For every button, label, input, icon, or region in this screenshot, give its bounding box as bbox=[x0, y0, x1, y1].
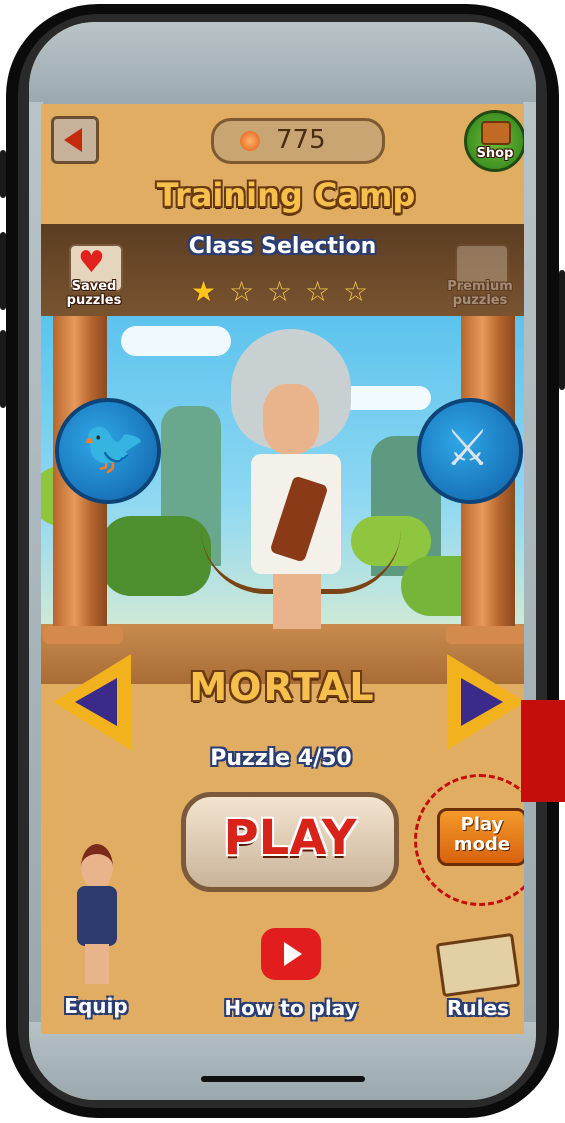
rules-book-icon bbox=[435, 932, 521, 998]
avatar bbox=[73, 844, 119, 984]
hero-character bbox=[201, 329, 401, 629]
left-triangle-inner bbox=[75, 678, 117, 726]
hero-face bbox=[263, 384, 319, 454]
next-class-portrait[interactable]: ⚔ bbox=[417, 398, 523, 504]
play-mode-label-line2: mode bbox=[453, 834, 511, 855]
youtube-play-icon bbox=[261, 928, 321, 980]
previous-class-portrait[interactable]: 🐦 bbox=[55, 398, 161, 504]
phone-screen: Class Selection ★ ☆ ☆ ☆ ☆ ♥ Saved puzzle… bbox=[29, 22, 536, 1100]
how-to-play-label: How to play bbox=[224, 996, 358, 1020]
premium-puzzles-label: Premium puzzles bbox=[447, 279, 513, 308]
avatar-head bbox=[81, 844, 113, 890]
stone-frame-top bbox=[29, 22, 536, 106]
puzzle-progress: Puzzle 4/50 bbox=[210, 746, 352, 771]
page-title: Training Camp bbox=[156, 176, 416, 214]
heart-icon: ♥ bbox=[78, 245, 105, 280]
power-button bbox=[559, 270, 565, 390]
class-selection-title: Class Selection bbox=[188, 234, 377, 259]
shop-chest-icon bbox=[481, 121, 511, 145]
stone-frame-right bbox=[523, 102, 536, 1022]
back-button[interactable] bbox=[51, 116, 99, 164]
saved-puzzles-label: Saved puzzles bbox=[66, 279, 122, 308]
avatar-body bbox=[77, 886, 117, 946]
star-empty-icon: ☆ bbox=[305, 275, 331, 308]
shop-label: Shop bbox=[476, 146, 514, 161]
star-filled-icon: ★ bbox=[191, 275, 217, 308]
prev-difficulty-button[interactable] bbox=[53, 654, 133, 750]
pillar-base-left bbox=[43, 626, 123, 644]
star-empty-icon: ☆ bbox=[229, 275, 255, 308]
rules-button[interactable]: Rules bbox=[433, 932, 523, 1029]
blue-bird-icon: 🐦 bbox=[81, 418, 146, 478]
equip-button[interactable]: Equip bbox=[51, 844, 141, 1024]
game-area: Class Selection ★ ☆ ☆ ☆ ☆ ♥ Saved puzzle… bbox=[41, 104, 524, 1034]
star-rating: ★ ☆ ☆ ☆ ☆ bbox=[191, 278, 391, 310]
right-triangle-inner bbox=[461, 678, 503, 726]
coin-icon bbox=[240, 131, 260, 151]
home-indicator[interactable] bbox=[201, 1076, 365, 1082]
play-button[interactable]: PLAY bbox=[181, 792, 399, 892]
tutorial-arrow bbox=[521, 700, 565, 802]
rules-label: Rules bbox=[447, 996, 509, 1020]
star-empty-icon: ☆ bbox=[267, 275, 293, 308]
back-arrow-icon bbox=[64, 128, 82, 152]
difficulty-label: MORTAL bbox=[189, 665, 376, 709]
saved-puzzles-button[interactable]: ♥ Saved puzzles bbox=[61, 244, 127, 314]
play-mode-label-line1: Play bbox=[460, 814, 504, 835]
premium-puzzles-button[interactable]: Premium puzzles bbox=[441, 244, 521, 314]
next-difficulty-button[interactable] bbox=[447, 654, 524, 750]
how-to-play-button[interactable]: How to play bbox=[221, 928, 361, 1028]
pillar-base-right bbox=[446, 626, 524, 644]
coin-counter: 775 bbox=[211, 118, 385, 164]
equip-label: Equip bbox=[64, 994, 128, 1018]
avatar-legs bbox=[85, 944, 109, 984]
play-mode-button[interactable]: Play mode bbox=[437, 808, 524, 866]
play-triangle bbox=[284, 942, 302, 966]
warrior-icon: ⚔ bbox=[445, 419, 490, 477]
shop-button[interactable]: Shop bbox=[464, 110, 524, 172]
hero-legs bbox=[273, 574, 321, 629]
play-label: PLAY bbox=[223, 810, 357, 866]
coin-count: 775 bbox=[276, 125, 326, 155]
star-empty-icon: ☆ bbox=[343, 275, 369, 308]
grass bbox=[101, 516, 211, 596]
